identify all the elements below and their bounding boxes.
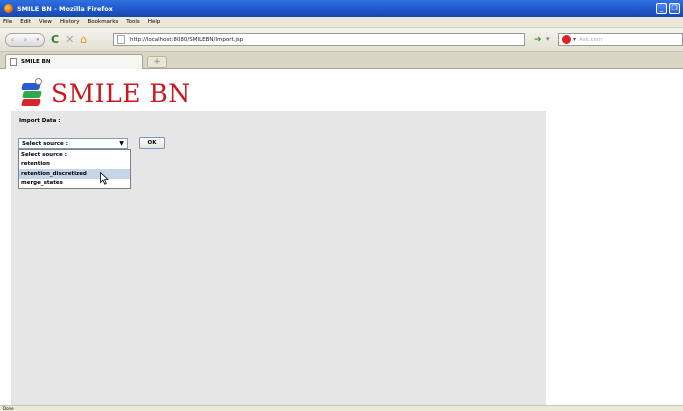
import-data-label: Import Data : xyxy=(19,118,61,124)
smile-bn-logo: SMILE BN xyxy=(21,77,191,108)
menu-file[interactable]: File xyxy=(3,19,12,25)
mouse-cursor-icon xyxy=(100,172,109,185)
menu-tools[interactable]: Tools xyxy=(126,19,140,25)
option-retention-discretized[interactable]: retention_discretized xyxy=(19,169,130,179)
forward-icon[interactable]: › xyxy=(24,35,27,44)
tab-label: SMILE BN xyxy=(21,59,51,65)
source-select-value[interactable]: Select source : xyxy=(22,141,116,147)
option-merge-states[interactable]: merge_states xyxy=(19,179,130,189)
go-arrow-icon[interactable]: ➔ xyxy=(534,35,542,45)
logo-text: SMILE BN xyxy=(51,79,191,108)
window-titlebar: SMILE BN - Mozilla Firefox _ ❐ xyxy=(0,0,683,17)
option-select-source[interactable]: Select source : xyxy=(19,150,130,160)
back-forward-buttons[interactable]: ‹ › ▾ xyxy=(5,32,45,47)
search-bar[interactable]: ▾ Ask.com xyxy=(558,33,683,46)
firefox-icon xyxy=(4,4,13,13)
search-engine-dropdown-icon[interactable]: ▾ xyxy=(573,36,576,43)
url-dropdown-icon[interactable]: ▾ xyxy=(546,35,550,43)
url-bar[interactable]: http://localhost:8080/SMILEBN/Import.jsp xyxy=(113,33,525,46)
logo-icon xyxy=(21,77,42,107)
tab-strip: SMILE BN + xyxy=(0,52,683,69)
window-title: SMILE BN - Mozilla Firefox xyxy=(17,4,113,13)
status-bar: Done xyxy=(0,405,683,411)
url-text[interactable]: http://localhost:8080/SMILEBN/Import.jsp xyxy=(130,37,243,43)
history-dropdown-icon[interactable]: ▾ xyxy=(37,37,40,43)
navigation-toolbar: ‹ › ▾ C ✕ ⌂ http://localhost:8080/SMILEB… xyxy=(0,28,683,52)
stop-icon[interactable]: ✕ xyxy=(65,34,74,45)
tab-page-icon xyxy=(10,58,17,66)
new-tab-button[interactable]: + xyxy=(147,56,167,68)
restore-button[interactable]: ❐ xyxy=(669,3,680,14)
search-placeholder[interactable]: Ask.com xyxy=(579,37,602,43)
tab-smile-bn[interactable]: SMILE BN xyxy=(5,54,143,69)
menu-edit[interactable]: Edit xyxy=(20,19,31,25)
menu-bookmarks[interactable]: Bookmarks xyxy=(88,19,119,25)
window-controls: _ ❐ xyxy=(656,3,680,14)
source-select[interactable]: Select source : ▼ xyxy=(18,138,128,149)
ok-button[interactable]: OK xyxy=(139,137,165,149)
menu-view[interactable]: View xyxy=(39,19,52,25)
reload-icon[interactable]: C xyxy=(51,34,59,45)
back-icon[interactable]: ‹ xyxy=(11,35,14,44)
dropdown-arrow-icon[interactable]: ▼ xyxy=(116,139,127,148)
menu-bar: File Edit View History Bookmarks Tools H… xyxy=(0,17,683,28)
import-panel: Import Data : Select source : ▼ OK Selec… xyxy=(11,111,546,405)
home-icon[interactable]: ⌂ xyxy=(80,34,87,45)
option-retention[interactable]: retention xyxy=(19,160,130,170)
page-icon xyxy=(117,35,125,44)
source-dropdown-list: Select source : retention retention_disc… xyxy=(18,149,131,189)
menu-history[interactable]: History xyxy=(60,19,80,25)
minimize-button[interactable]: _ xyxy=(656,3,667,14)
search-engine-icon[interactable] xyxy=(562,35,571,44)
menu-help[interactable]: Help xyxy=(148,19,161,25)
